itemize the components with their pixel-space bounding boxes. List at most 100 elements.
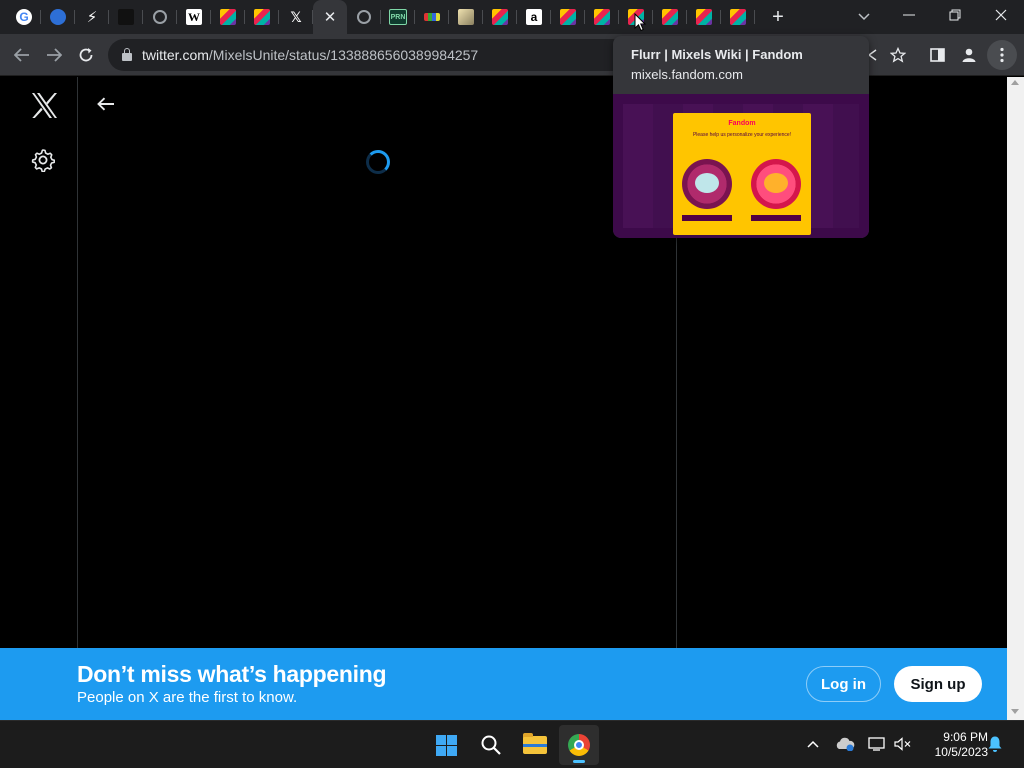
browser-tab[interactable]	[347, 0, 381, 34]
signup-button[interactable]: Sign up	[894, 666, 982, 702]
tab-separator	[754, 10, 755, 24]
tab-hover-card: Flurr | Mixels Wiki | Fandom mixels.fand…	[613, 36, 869, 238]
clock-date: 10/5/2023	[934, 745, 988, 759]
page-scrollbar[interactable]	[1007, 77, 1024, 720]
main-column	[79, 77, 677, 720]
network-tray-button[interactable]	[866, 733, 888, 755]
notifications-bell-icon[interactable]	[987, 735, 1005, 753]
bolt-icon: ⚡	[86, 9, 98, 26]
scroll-down-arrow-icon[interactable]	[1011, 709, 1019, 714]
active-app-indicator	[573, 760, 585, 763]
preview-text: Please help us personalize your experien…	[692, 132, 792, 138]
preview-brand: Fandom	[728, 120, 756, 127]
drupal-icon	[50, 9, 66, 25]
arrow-right-icon	[47, 48, 62, 62]
browser-tab[interactable]	[483, 0, 517, 34]
tab-strip: + G ⚡ W 𝕏 ✕ PRN a	[0, 0, 1024, 34]
fandom-icon	[662, 9, 678, 25]
browser-tab[interactable]: ⚡	[75, 0, 109, 34]
file-explorer-button[interactable]	[515, 725, 555, 765]
banner-title: Don’t miss what’s happening	[77, 661, 387, 687]
browser-tab[interactable]: G	[7, 0, 41, 34]
hover-card-title: Flurr | Mixels Wiki | Fandom	[631, 47, 803, 62]
google-icon: G	[16, 9, 32, 25]
start-button[interactable]	[426, 725, 466, 765]
browser-tab[interactable]	[245, 0, 279, 34]
restore-button[interactable]	[932, 0, 978, 30]
globe-icon	[153, 10, 167, 24]
hover-card-domain: mixels.fandom.com	[631, 67, 743, 82]
login-button[interactable]: Log in	[806, 666, 881, 702]
banner-subtitle: People on X are the first to know.	[77, 689, 298, 706]
volume-tray-button[interactable]	[892, 733, 914, 755]
folder-icon	[523, 733, 547, 754]
browser-tab[interactable]	[551, 0, 585, 34]
reload-icon	[79, 48, 93, 62]
stripes-icon	[424, 13, 440, 21]
clock-time: 9:06 PM	[943, 730, 988, 744]
close-tab-icon[interactable]: ✕	[324, 8, 337, 26]
search-button[interactable]	[471, 725, 511, 765]
chevron-up-icon	[807, 740, 819, 748]
hover-card-preview: Fandom Please help us personalize your e…	[613, 94, 869, 238]
x-logo-icon[interactable]	[30, 91, 58, 119]
onedrive-tray-button[interactable]	[834, 733, 856, 755]
browser-tab[interactable]	[41, 0, 75, 34]
minimize-button[interactable]	[886, 0, 932, 30]
new-tab-button[interactable]: +	[766, 5, 790, 29]
fandom-icon	[594, 9, 610, 25]
lock-icon[interactable]	[122, 48, 132, 61]
bookmark-star-icon[interactable]	[883, 40, 913, 70]
browser-tab[interactable]	[449, 0, 483, 34]
fandom-icon	[696, 9, 712, 25]
side-panel-icon[interactable]	[922, 40, 952, 70]
browser-tab[interactable]: a	[517, 0, 551, 34]
close-window-button[interactable]	[978, 0, 1024, 30]
preview-character-2-icon	[751, 159, 801, 209]
preview-option-2	[751, 215, 801, 221]
minimize-icon	[903, 14, 915, 16]
reload-button[interactable]	[71, 40, 101, 70]
browser-tab[interactable]: PRN	[381, 0, 415, 34]
globe-icon	[357, 10, 371, 24]
browser-tab[interactable]	[653, 0, 687, 34]
windows-logo-icon	[435, 734, 457, 756]
prn-icon: PRN	[389, 9, 407, 25]
chrome-menu-button[interactable]	[987, 40, 1017, 70]
loading-spinner-icon	[366, 150, 390, 174]
settings-gear-icon[interactable]	[31, 148, 55, 172]
close-icon	[995, 9, 1007, 21]
tray-overflow-button[interactable]	[802, 733, 824, 755]
chrome-icon	[568, 734, 590, 756]
preview-option-1	[682, 215, 732, 221]
tab-active[interactable]: ✕	[313, 0, 347, 34]
system-clock[interactable]: 9:06 PM 10/5/2023	[918, 730, 988, 760]
tab-search-button[interactable]	[852, 5, 876, 29]
browser-tab[interactable]	[415, 0, 449, 34]
browser-tab[interactable]	[687, 0, 721, 34]
fandom-icon	[492, 9, 508, 25]
scroll-up-arrow-icon[interactable]	[1011, 80, 1019, 85]
restore-icon	[949, 9, 961, 21]
address-bar[interactable]: twitter.com/MixelsUnite/status/133888656…	[108, 39, 628, 71]
forward-button[interactable]	[39, 40, 69, 70]
fandom-icon	[254, 9, 270, 25]
profile-icon[interactable]	[954, 40, 984, 70]
left-nav-rail	[0, 77, 78, 720]
windows-taskbar: 9:06 PM 10/5/2023	[0, 720, 1024, 768]
back-arrow-icon[interactable]	[95, 94, 117, 114]
url-host: twitter.com	[142, 47, 209, 63]
browser-tab[interactable]	[585, 0, 619, 34]
chrome-taskbar-button[interactable]	[559, 725, 599, 765]
browser-tab[interactable]	[109, 0, 143, 34]
browser-tab[interactable]	[211, 0, 245, 34]
back-button[interactable]	[7, 40, 37, 70]
browser-tab[interactable]: W	[177, 0, 211, 34]
url-text[interactable]: twitter.com/MixelsUnite/status/133888656…	[142, 47, 478, 63]
browser-tab[interactable]	[721, 0, 755, 34]
wikipedia-icon: W	[186, 9, 202, 25]
fandom-icon	[220, 9, 236, 25]
amazon-icon: a	[526, 9, 542, 25]
browser-tab[interactable]	[143, 0, 177, 34]
browser-tab[interactable]: 𝕏	[279, 0, 313, 34]
